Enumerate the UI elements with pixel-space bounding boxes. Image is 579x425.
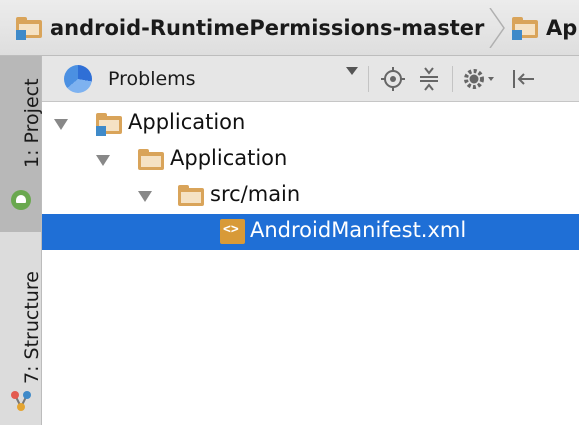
tree-row[interactable]: src/main bbox=[42, 178, 579, 214]
tab-project[interactable]: 1: Project bbox=[0, 56, 43, 232]
tree-row[interactable]: Application bbox=[42, 106, 579, 142]
breadcrumb-separator-icon bbox=[489, 8, 505, 48]
xml-file-icon bbox=[220, 219, 245, 244]
breadcrumb: android-RuntimePermissions-master Ap bbox=[0, 0, 579, 56]
chevron-down-icon[interactable] bbox=[346, 67, 358, 75]
module-folder-icon bbox=[512, 17, 538, 40]
breadcrumb-project-label: android-RuntimePermissions-master bbox=[50, 16, 485, 40]
tree-label: src/main bbox=[210, 182, 301, 206]
breadcrumb-module[interactable]: Ap bbox=[512, 12, 577, 44]
tool-window-strip: 1: Project 7: Structure bbox=[0, 56, 43, 425]
tree-row-selected[interactable]: AndroidManifest.xml bbox=[42, 214, 579, 250]
tree-label: Application bbox=[170, 146, 288, 170]
module-folder-icon bbox=[96, 113, 122, 136]
toolbar-divider bbox=[452, 66, 453, 92]
collapse-all-icon[interactable] bbox=[416, 66, 442, 92]
locate-icon[interactable] bbox=[380, 66, 406, 92]
problems-view-icon bbox=[64, 65, 92, 93]
tree-label: AndroidManifest.xml bbox=[250, 218, 467, 242]
tree-label: Application bbox=[128, 110, 246, 134]
settings-icon[interactable] bbox=[462, 66, 496, 92]
folder-icon bbox=[138, 149, 164, 171]
toolbar-divider bbox=[368, 66, 369, 92]
expand-triangle-icon[interactable] bbox=[138, 191, 152, 202]
folder-icon bbox=[178, 185, 204, 207]
panel-header: Problems bbox=[42, 56, 579, 102]
tab-structure[interactable]: 7: Structure bbox=[0, 232, 43, 425]
breadcrumb-module-label: Ap bbox=[546, 16, 578, 40]
expand-triangle-icon[interactable] bbox=[54, 119, 68, 130]
tab-structure-label: 7: Structure bbox=[21, 271, 43, 384]
tree-row[interactable]: Application bbox=[42, 142, 579, 178]
module-folder-icon bbox=[16, 17, 42, 40]
view-selector-label: Problems bbox=[108, 68, 196, 90]
tab-project-label: 1: Project bbox=[21, 78, 43, 168]
view-selector[interactable]: Problems bbox=[64, 64, 364, 94]
expand-triangle-icon[interactable] bbox=[96, 155, 110, 166]
structure-icon bbox=[11, 391, 31, 411]
project-tree: Application Application src/main Android… bbox=[42, 102, 579, 425]
android-icon bbox=[11, 190, 31, 210]
breadcrumb-project[interactable]: android-RuntimePermissions-master bbox=[16, 12, 484, 44]
hide-icon[interactable] bbox=[510, 66, 536, 92]
